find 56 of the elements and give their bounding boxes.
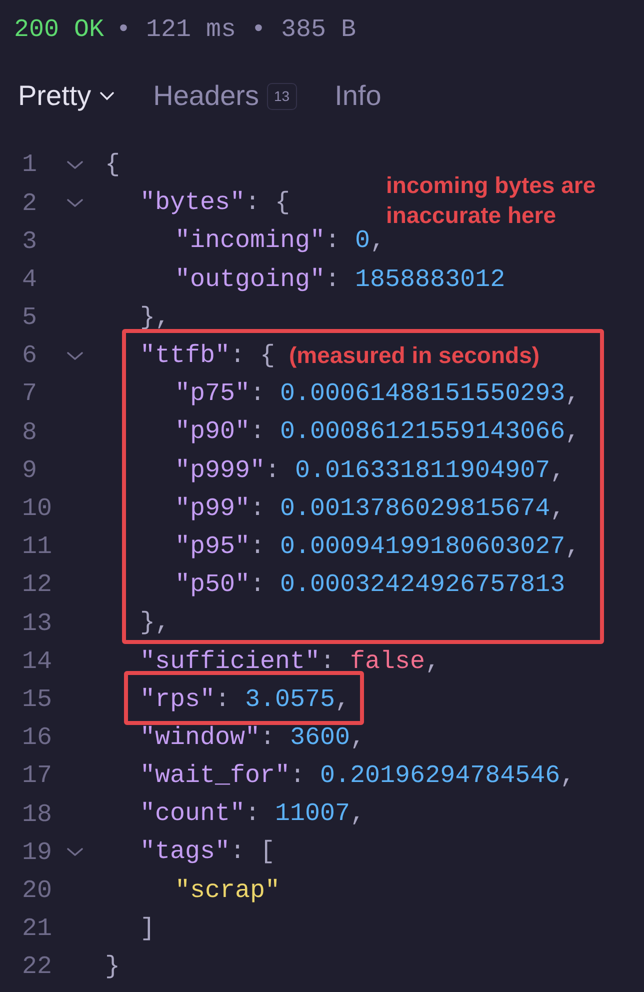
line-number: 14 [21,646,54,678]
tab[interactable]: Headers 13 [153,75,297,117]
code-line: "p50": 0.00032424926757813 [175,571,566,600]
line-number: 22 [21,951,54,984]
chevron-icon[interactable] [66,350,84,362]
chevron-icon[interactable] [66,197,84,210]
code-line: "scrap" [175,876,280,905]
code-line: { [105,151,120,180]
line-number: 5 [21,302,38,334]
line-number: 2 [21,188,38,220]
annotation-text: incoming bytes are inaccurate here [386,171,597,230]
line-number: 15 [21,684,54,716]
code-line: "p90": 0.00086121559143066, [175,418,580,446]
line-number: 19 [21,836,54,869]
code-line: "ttfb": { [140,342,276,370]
code-line: "window": 3600, [140,724,366,752]
count-badge: 13 [266,82,297,110]
response-details: • 121 ms • 385 B [116,14,356,46]
line-number: 4 [21,264,38,296]
tab[interactable]: Pretty [18,75,116,117]
code-line: }, [140,304,170,332]
code-line: "wait_for": 0.20196294784546, [140,762,576,790]
line-number: 3 [21,226,38,258]
code-line: } [105,953,120,982]
code-line: ] [140,914,156,943]
code-line: "p999": 0.016331811904907, [175,456,566,485]
chevron-icon[interactable] [66,159,84,172]
line-number: 18 [21,798,54,831]
code-line: "incoming": 0, [175,227,386,256]
line-number: 10 [21,493,54,526]
code-line: "count": 11007, [140,800,366,828]
line-number: 11 [21,531,54,564]
line-number: 9 [21,454,38,487]
annotation-text: (measured in seconds) [289,341,540,370]
code-line: "p75": 0.00061488151550293, [175,380,580,408]
code-line: "tags": [ [140,838,276,866]
code-line: "p99": 0.0013786029815674, [175,494,566,523]
chevron-icon[interactable] [66,846,84,858]
line-number: 13 [21,608,54,640]
line-number: 7 [21,378,38,410]
code-line: "outgoing": 1858883012 [175,266,506,294]
line-number: 1 [21,149,38,182]
status-code: 200 OK [14,14,104,46]
code-line: "sufficient": false, [140,648,440,676]
code-line: "p95": 0.00094199180603027, [175,532,580,561]
line-number: 16 [21,722,54,754]
code-line: "rps": 3.0575, [140,686,350,714]
code-line: }, [140,609,170,638]
line-number: 8 [21,416,38,449]
line-number: 6 [21,340,38,372]
line-number: 20 [21,874,54,907]
line-number: 12 [21,569,54,602]
tab[interactable]: Info [334,75,382,117]
line-number: 21 [21,913,54,946]
line-number: 17 [21,760,54,792]
code-line: "bytes": { [140,189,290,218]
